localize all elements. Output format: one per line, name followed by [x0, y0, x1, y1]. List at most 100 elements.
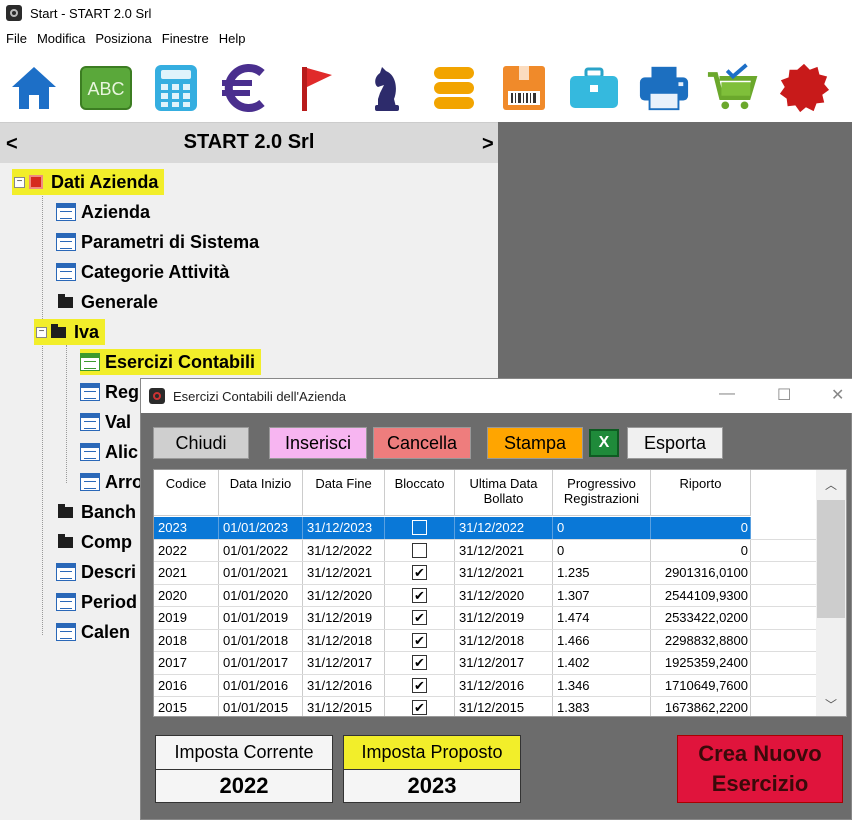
bloccato-checkbox[interactable]: ✔	[412, 587, 427, 603]
cell-riporto[interactable]: 2544109,9300	[651, 584, 751, 606]
cell-codice[interactable]: 2020	[154, 584, 219, 606]
tree-node-period[interactable]: Period	[56, 589, 137, 615]
cell-bollato[interactable]: 31/12/2017	[455, 652, 553, 674]
tree-node-parametri-di-sistema[interactable]: Parametri di Sistema	[56, 229, 259, 255]
cell-bollato[interactable]: 31/12/2022	[455, 517, 553, 539]
bloccato-checkbox[interactable]	[412, 542, 427, 558]
minimize-icon[interactable]: —	[719, 385, 735, 403]
cell-inizio[interactable]: 01/01/2023	[219, 517, 303, 539]
briefcase-icon[interactable]	[568, 60, 620, 116]
cell-codice[interactable]: 2021	[154, 562, 219, 584]
table-row[interactable]: 2021 01/01/2021 31/12/2021 ✔ 31/12/2021 1.235…	[154, 562, 816, 585]
column-header-ultima-data-bollato[interactable]: Ultima Data Bollato	[455, 470, 553, 516]
cell-fine[interactable]: 31/12/2018	[303, 629, 385, 651]
abc-icon[interactable]: ABC	[80, 60, 132, 116]
calculator-icon[interactable]	[150, 60, 202, 116]
cell-progressivo[interactable]: 0	[553, 539, 651, 561]
cell-fine[interactable]: 31/12/2017	[303, 652, 385, 674]
column-header-data-fine[interactable]: Data Fine	[303, 470, 385, 516]
cell-riporto[interactable]: 0	[651, 517, 751, 539]
cell-riporto[interactable]: 2298832,8800	[651, 629, 751, 651]
cell-bollato[interactable]: 31/12/2018	[455, 629, 553, 651]
column-header-progressivo[interactable]: Progressivo Registrazioni	[553, 470, 651, 516]
cell-codice[interactable]: 2022	[154, 539, 219, 561]
tree-node-arro[interactable]: Arro	[80, 469, 143, 495]
stampa-button[interactable]: Stampa	[487, 427, 583, 459]
cell-inizio[interactable]: 01/01/2016	[219, 674, 303, 696]
collapse-icon[interactable]: −	[14, 176, 25, 188]
excel-icon[interactable]: X	[589, 429, 619, 457]
prev-company-button[interactable]: <	[6, 133, 18, 156]
menu-posiziona[interactable]: Posiziona	[91, 31, 155, 46]
tree-node-banch[interactable]: Banch	[54, 499, 136, 525]
scroll-thumb[interactable]	[817, 500, 845, 618]
chess-knight-icon[interactable]	[360, 60, 412, 116]
cell-codice[interactable]: 2019	[154, 607, 219, 629]
cell-codice[interactable]: 2016	[154, 674, 219, 696]
scroll-up-icon[interactable]: ︿	[816, 476, 846, 493]
table-row[interactable]: 2018 01/01/2018 31/12/2018 ✔ 31/12/2018 1.466…	[154, 629, 816, 652]
table-row[interactable]: 2023 01/01/2023 31/12/2023 31/12/2022 0 0	[154, 517, 816, 540]
cell-bollato[interactable]: 31/12/2019	[455, 607, 553, 629]
cell-progressivo[interactable]: 1.466	[553, 629, 651, 651]
cell-progressivo[interactable]: 1.307	[553, 584, 651, 606]
tree-node-comp[interactable]: Comp	[54, 529, 132, 555]
vertical-scrollbar[interactable]: ︿ ﹀	[816, 470, 846, 716]
flag-icon[interactable]	[290, 60, 342, 116]
cell-fine[interactable]: 31/12/2021	[303, 562, 385, 584]
menu-modifica[interactable]: Modifica	[33, 31, 89, 46]
cell-progressivo[interactable]: 1.383	[553, 697, 651, 716]
cell-inizio[interactable]: 01/01/2022	[219, 539, 303, 561]
cancella-button[interactable]: Cancella	[373, 427, 471, 459]
chiudi-button[interactable]: Chiudi	[153, 427, 249, 459]
table-row[interactable]: 2015 01/01/2015 31/12/2015 ✔ 31/12/2015 1.383…	[154, 697, 816, 716]
cell-riporto[interactable]: 1710649,7600	[651, 674, 751, 696]
cell-codice[interactable]: 2015	[154, 697, 219, 716]
cell-fine[interactable]: 31/12/2016	[303, 674, 385, 696]
bloccato-checkbox[interactable]: ✔	[412, 677, 427, 693]
bloccato-checkbox[interactable]: ✔	[412, 655, 427, 671]
inserisci-button[interactable]: Inserisci	[269, 427, 367, 459]
cell-bollato[interactable]: 31/12/2021	[455, 539, 553, 561]
cell-progressivo[interactable]: 0	[553, 517, 651, 539]
cell-bollato[interactable]: 31/12/2015	[455, 697, 553, 716]
cell-riporto[interactable]: 2533422,0200	[651, 607, 751, 629]
close-icon[interactable]: ✕	[831, 385, 844, 405]
barcode-box-icon[interactable]	[498, 60, 550, 116]
imposta-proposto-box[interactable]: Imposta Proposto 2023	[343, 735, 521, 803]
cell-codice[interactable]: 2017	[154, 652, 219, 674]
cell-bollato[interactable]: 31/12/2016	[455, 674, 553, 696]
coins-stack-icon[interactable]	[428, 60, 480, 116]
cell-inizio[interactable]: 01/01/2018	[219, 629, 303, 651]
cell-riporto[interactable]: 0	[651, 539, 751, 561]
bloccato-checkbox[interactable]: ✔	[412, 565, 427, 581]
cell-fine[interactable]: 31/12/2023	[303, 517, 385, 539]
cell-progressivo[interactable]: 1.346	[553, 674, 651, 696]
cell-fine[interactable]: 31/12/2015	[303, 697, 385, 716]
table-row[interactable]: 2016 01/01/2016 31/12/2016 ✔ 31/12/2016 1.346…	[154, 674, 816, 697]
tree-node-dati-azienda[interactable]: − Dati Azienda	[12, 169, 165, 195]
table-row[interactable]: 2017 01/01/2017 31/12/2017 ✔ 31/12/2017 1.402…	[154, 652, 816, 675]
imposta-corrente-box[interactable]: Imposta Corrente 2022	[155, 735, 333, 803]
red-seal-icon[interactable]	[778, 60, 830, 116]
column-header-codice[interactable]: Codice	[154, 470, 219, 516]
imposta-corrente-button[interactable]: Imposta Corrente	[156, 736, 332, 770]
collapse-icon[interactable]: −	[36, 326, 47, 338]
euro-icon[interactable]	[218, 60, 270, 116]
tree-node-iva[interactable]: − Iva	[34, 319, 106, 345]
crea-nuovo-esercizio-button[interactable]: Crea Nuovo Esercizio	[677, 735, 843, 803]
home-icon[interactable]	[8, 60, 60, 116]
cell-inizio[interactable]: 01/01/2015	[219, 697, 303, 716]
cell-fine[interactable]: 31/12/2022	[303, 539, 385, 561]
bloccato-checkbox[interactable]: ✔	[412, 632, 427, 648]
tree-node-reg[interactable]: Reg	[80, 379, 139, 405]
tree-node-descri[interactable]: Descri	[56, 559, 136, 585]
cell-progressivo[interactable]: 1.474	[553, 607, 651, 629]
bloccato-checkbox[interactable]	[412, 520, 427, 536]
cell-riporto[interactable]: 1673862,2200	[651, 697, 751, 716]
table-row[interactable]: 2019 01/01/2019 31/12/2019 ✔ 31/12/2019 1.474…	[154, 607, 816, 630]
tree-node-calen[interactable]: Calen	[56, 619, 130, 645]
cell-fine[interactable]: 31/12/2020	[303, 584, 385, 606]
cell-inizio[interactable]: 01/01/2021	[219, 562, 303, 584]
table-row[interactable]: 2020 01/01/2020 31/12/2020 ✔ 31/12/2020 1.307…	[154, 584, 816, 607]
